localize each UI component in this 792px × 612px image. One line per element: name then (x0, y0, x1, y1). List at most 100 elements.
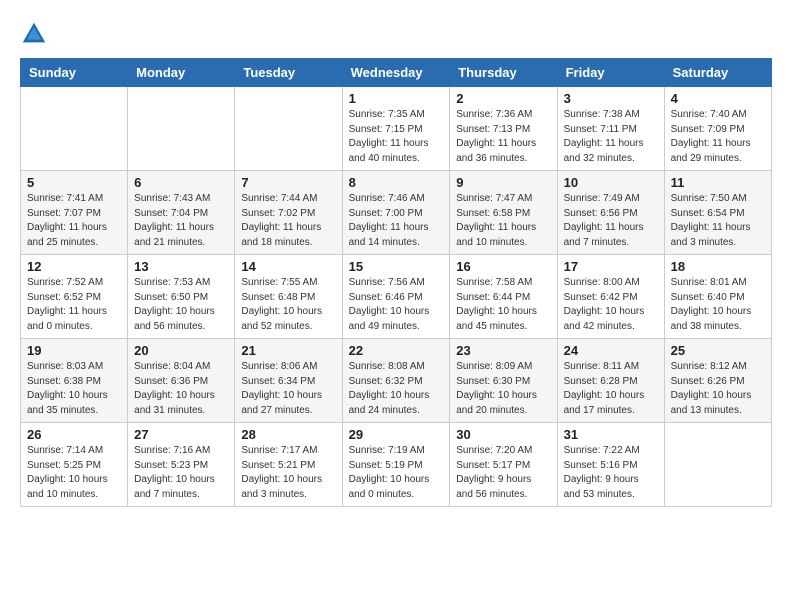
day-info: Sunrise: 8:01 AMSunset: 6:40 PMDaylight:… (671, 276, 765, 334)
day-number: 4 (671, 91, 765, 106)
calendar-cell: 11 Sunrise: 7:50 AMSunset: 6:54 PMDayligh… (664, 171, 771, 255)
calendar-week-4: 19 Sunrise: 8:03 AMSunset: 6:38 PMDayligh… (21, 339, 772, 423)
calendar-cell: 13 Sunrise: 7:53 AMSunset: 6:50 PMDayligh… (128, 255, 235, 339)
calendar-cell: 20Sunrise: 8:04 AMSunset: 6:36 PMDayligh… (128, 339, 235, 423)
day-info: Sunrise: 8:04 AMSunset: 6:36 PMDaylight:… (134, 360, 228, 418)
day-number: 10 (564, 175, 658, 190)
day-info: Sunrise: 7:19 AMSunset: 5:19 PMDaylight:… (349, 444, 444, 502)
calendar-cell (128, 87, 235, 171)
calendar-cell (664, 423, 771, 507)
calendar-cell: 28 Sunrise: 7:17 AMSunset: 5:21 PMDayligh… (235, 423, 342, 507)
calendar-cell: 31Sunrise: 7:22 AMSunset: 5:16 PMDayligh… (557, 423, 664, 507)
calendar-header-tuesday: Tuesday (235, 59, 342, 87)
day-number: 9 (456, 175, 550, 190)
day-info: Sunrise: 7:14 AMSunset: 5:25 PMDaylight:… (27, 444, 121, 502)
calendar-cell: 7 Sunrise: 7:44 AMSunset: 7:02 PMDaylight… (235, 171, 342, 255)
day-number: 3 (564, 91, 658, 106)
calendar-header-sunday: Sunday (21, 59, 128, 87)
day-info: Sunrise: 8:06 AMSunset: 6:34 PMDaylight:… (241, 360, 335, 418)
day-info: Sunrise: 8:09 AMSunset: 6:30 PMDaylight:… (456, 360, 550, 418)
calendar-header-saturday: Saturday (664, 59, 771, 87)
day-info: Sunrise: 7:46 AMSunset: 7:00 PMDaylight:… (349, 192, 444, 250)
day-number: 13 (134, 259, 228, 274)
calendar-cell: 2 Sunrise: 7:36 AMSunset: 7:13 PMDaylight… (450, 87, 557, 171)
day-number: 27 (134, 427, 228, 442)
calendar-cell (235, 87, 342, 171)
calendar-cell: 9Sunrise: 7:47 AMSunset: 6:58 PMDaylight… (450, 171, 557, 255)
day-info: Sunrise: 7:17 AMSunset: 5:21 PMDaylight:… (241, 444, 335, 502)
day-number: 11 (671, 175, 765, 190)
calendar-week-5: 26 Sunrise: 7:14 AMSunset: 5:25 PMDayligh… (21, 423, 772, 507)
calendar-cell: 17 Sunrise: 8:00 AMSunset: 6:42 PMDayligh… (557, 255, 664, 339)
calendar-cell: 19 Sunrise: 8:03 AMSunset: 6:38 PMDayligh… (21, 339, 128, 423)
day-number: 7 (241, 175, 335, 190)
day-info: Sunrise: 8:00 AMSunset: 6:42 PMDaylight:… (564, 276, 658, 334)
day-number: 5 (27, 175, 121, 190)
day-info: Sunrise: 8:11 AMSunset: 6:28 PMDaylight:… (564, 360, 658, 418)
calendar-cell: 29 Sunrise: 7:19 AMSunset: 5:19 PMDayligh… (342, 423, 450, 507)
calendar-cell: 4 Sunrise: 7:40 AMSunset: 7:09 PMDaylight… (664, 87, 771, 171)
day-info: Sunrise: 7:53 AMSunset: 6:50 PMDaylight:… (134, 276, 228, 334)
day-number: 30 (456, 427, 550, 442)
day-info: Sunrise: 7:35 AMSunset: 7:15 PMDaylight:… (349, 108, 444, 166)
calendar-cell: 23Sunrise: 8:09 AMSunset: 6:30 PMDayligh… (450, 339, 557, 423)
day-number: 25 (671, 343, 765, 358)
calendar-cell: 3 Sunrise: 7:38 AMSunset: 7:11 PMDaylight… (557, 87, 664, 171)
day-number: 24 (564, 343, 658, 358)
logo (20, 20, 52, 48)
day-info: Sunrise: 7:22 AMSunset: 5:16 PMDaylight:… (564, 444, 658, 502)
calendar-header-monday: Monday (128, 59, 235, 87)
day-info: Sunrise: 7:49 AMSunset: 6:56 PMDaylight:… (564, 192, 658, 250)
day-number: 2 (456, 91, 550, 106)
calendar-header-wednesday: Wednesday (342, 59, 450, 87)
day-number: 26 (27, 427, 121, 442)
day-number: 6 (134, 175, 228, 190)
calendar-cell: 6 Sunrise: 7:43 AMSunset: 7:04 PMDaylight… (128, 171, 235, 255)
calendar-cell: 22 Sunrise: 8:08 AMSunset: 6:32 PMDayligh… (342, 339, 450, 423)
calendar-header-thursday: Thursday (450, 59, 557, 87)
calendar-table: SundayMondayTuesdayWednesdayThursdayFrid… (20, 58, 772, 507)
calendar-week-2: 5Sunrise: 7:41 AMSunset: 7:07 PMDaylight… (21, 171, 772, 255)
day-info: Sunrise: 7:38 AMSunset: 7:11 PMDaylight:… (564, 108, 658, 166)
day-number: 28 (241, 427, 335, 442)
day-number: 19 (27, 343, 121, 358)
day-info: Sunrise: 8:12 AMSunset: 6:26 PMDaylight:… (671, 360, 765, 418)
day-number: 12 (27, 259, 121, 274)
calendar-cell: 5Sunrise: 7:41 AMSunset: 7:07 PMDaylight… (21, 171, 128, 255)
calendar-cell: 10 Sunrise: 7:49 AMSunset: 6:56 PMDayligh… (557, 171, 664, 255)
day-info: Sunrise: 7:44 AMSunset: 7:02 PMDaylight:… (241, 192, 335, 250)
day-info: Sunrise: 7:36 AMSunset: 7:13 PMDaylight:… (456, 108, 550, 166)
calendar-cell: 25 Sunrise: 8:12 AMSunset: 6:26 PMDayligh… (664, 339, 771, 423)
calendar-cell: 18 Sunrise: 8:01 AMSunset: 6:40 PMDayligh… (664, 255, 771, 339)
calendar-week-3: 12 Sunrise: 7:52 AMSunset: 6:52 PMDayligh… (21, 255, 772, 339)
day-info: Sunrise: 7:56 AMSunset: 6:46 PMDaylight:… (349, 276, 444, 334)
day-info: Sunrise: 7:40 AMSunset: 7:09 PMDaylight:… (671, 108, 765, 166)
calendar-cell: 15 Sunrise: 7:56 AMSunset: 6:46 PMDayligh… (342, 255, 450, 339)
calendar-cell: 12 Sunrise: 7:52 AMSunset: 6:52 PMDayligh… (21, 255, 128, 339)
day-info: Sunrise: 7:50 AMSunset: 6:54 PMDaylight:… (671, 192, 765, 250)
day-number: 8 (349, 175, 444, 190)
day-number: 21 (241, 343, 335, 358)
day-info: Sunrise: 7:43 AMSunset: 7:04 PMDaylight:… (134, 192, 228, 250)
day-number: 29 (349, 427, 444, 442)
calendar-header-friday: Friday (557, 59, 664, 87)
day-info: Sunrise: 8:08 AMSunset: 6:32 PMDaylight:… (349, 360, 444, 418)
calendar-cell: 30Sunrise: 7:20 AMSunset: 5:17 PMDayligh… (450, 423, 557, 507)
calendar-cell: 21 Sunrise: 8:06 AMSunset: 6:34 PMDayligh… (235, 339, 342, 423)
calendar-cell: 24 Sunrise: 8:11 AMSunset: 6:28 PMDayligh… (557, 339, 664, 423)
day-info: Sunrise: 7:55 AMSunset: 6:48 PMDaylight:… (241, 276, 335, 334)
day-number: 1 (349, 91, 444, 106)
day-number: 15 (349, 259, 444, 274)
calendar-cell: 27 Sunrise: 7:16 AMSunset: 5:23 PMDayligh… (128, 423, 235, 507)
day-number: 18 (671, 259, 765, 274)
calendar-cell: 8 Sunrise: 7:46 AMSunset: 7:00 PMDaylight… (342, 171, 450, 255)
day-info: Sunrise: 7:52 AMSunset: 6:52 PMDaylight:… (27, 276, 121, 334)
day-number: 17 (564, 259, 658, 274)
day-info: Sunrise: 8:03 AMSunset: 6:38 PMDaylight:… (27, 360, 121, 418)
calendar-cell: 1 Sunrise: 7:35 AMSunset: 7:15 PMDaylight… (342, 87, 450, 171)
calendar-week-1: 1 Sunrise: 7:35 AMSunset: 7:15 PMDaylight… (21, 87, 772, 171)
day-number: 14 (241, 259, 335, 274)
day-info: Sunrise: 7:16 AMSunset: 5:23 PMDaylight:… (134, 444, 228, 502)
calendar-cell: 16Sunrise: 7:58 AMSunset: 6:44 PMDayligh… (450, 255, 557, 339)
day-number: 22 (349, 343, 444, 358)
